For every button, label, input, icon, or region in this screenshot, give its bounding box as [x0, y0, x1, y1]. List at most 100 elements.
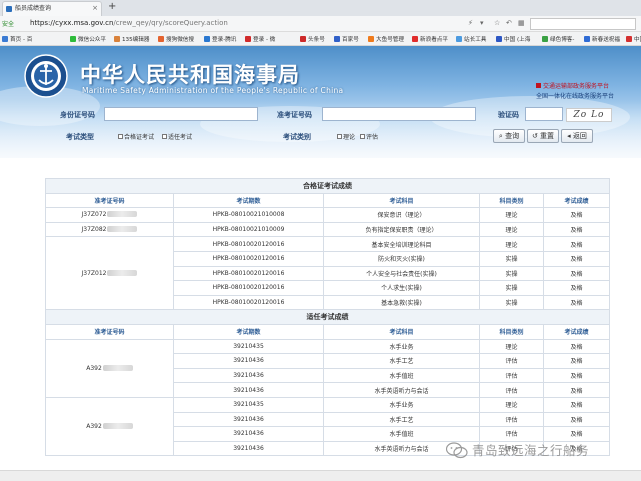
address-bar: 安全 https://cyxx.msa.gov.cn/crew_qey/qry/… [0, 16, 641, 32]
checkbox-icon [118, 134, 123, 139]
period-cell: HPKB-08010021010008 [173, 207, 324, 223]
redacted-mark [107, 211, 138, 218]
table-header-row: 准考证号码 考试期数 考试科目 科目类别 考试成绩 [45, 192, 611, 209]
new-tab-button[interactable]: + [108, 1, 116, 12]
bookmark-item[interactable]: 搜狗微信搜 [158, 35, 194, 43]
period-cell: 39210436 [173, 382, 324, 398]
ticket-cell: J37Z012 [45, 236, 174, 311]
period-cell: HPKB-08010020120016 [173, 250, 324, 267]
browser-tab[interactable]: 船员成绩查询 × [2, 1, 102, 16]
bookmark-item[interactable]: 登录 - 微 [245, 35, 275, 43]
bookmark-icon [2, 36, 8, 42]
subject-cell: 基本急救(实操) [323, 294, 480, 311]
bookmark-item[interactable]: 微信公众平 [70, 35, 106, 43]
search-icon: ⌕ [498, 132, 503, 140]
period-cell: HPKB-08010020120016 [173, 236, 324, 252]
subject-cell: 水手业务 [323, 338, 480, 355]
category-cell: 实操 [479, 280, 544, 296]
subject-cell: 个人安全与社会责任(实操) [323, 265, 480, 282]
bookmark-item[interactable]: 新春送祝福 [584, 35, 620, 43]
watermark: 青岛致远海之行船务 [446, 440, 589, 459]
secure-label: 安全 [2, 21, 15, 28]
result-cell: 及格 [542, 396, 611, 413]
bookmark-item[interactable]: 135编辑器 [114, 35, 149, 43]
chevron-down-icon[interactable]: ▾ [480, 19, 484, 27]
bookmark-item[interactable]: 登录-腾讯 [204, 35, 236, 43]
exam-type-checkbox-competency[interactable]: 适任考试 [162, 132, 192, 141]
checkbox-icon [337, 134, 342, 139]
certificate-results-table: 合格证考试成绩 准考证号码 考试期数 考试科目 科目类别 考试成绩 J37Z07… [44, 178, 611, 457]
subject-cell: 水手值班 [323, 367, 480, 384]
portal-link-transport[interactable]: 交通运输部政务服务平台 [536, 81, 609, 90]
bookmark-item[interactable]: 新浪看点平 [412, 35, 448, 43]
category-cell: 理论 [479, 396, 544, 413]
ticket-number-input[interactable] [322, 107, 476, 121]
id-number-input[interactable] [104, 107, 258, 121]
category-cell: 理论 [479, 236, 544, 252]
bookmark-icon [412, 36, 418, 42]
result-cell: 及格 [542, 338, 611, 355]
column-header: 考试期数 [173, 192, 324, 209]
bookmark-icon [584, 36, 590, 42]
category-cell: 评估 [479, 411, 544, 428]
redacted-mark [107, 226, 138, 233]
star-icon[interactable]: ☆ [494, 19, 500, 27]
bookmark-item[interactable]: 中国 (上海 [496, 35, 530, 43]
period-cell: 39210436 [173, 440, 324, 457]
url-path: /crew_qey/qry/scoreQuery.action [113, 19, 228, 27]
captcha-input[interactable] [525, 107, 563, 121]
result-cell: 及格 [542, 367, 611, 384]
bookmark-item[interactable]: 绿色博客- [542, 35, 574, 43]
wechat-icon [446, 442, 468, 459]
checkbox-icon [360, 134, 365, 139]
site-title: 中华人民共和国海事局 [80, 62, 300, 87]
subject-cell: 基本安全培训理论科目 [323, 236, 480, 252]
exam-category-checkbox-assessment[interactable]: 评估 [360, 132, 378, 141]
bookmark-item[interactable]: 首页 - 百 [2, 35, 32, 43]
bookmark-item[interactable]: 站长工具 [456, 35, 486, 43]
back-icon[interactable]: ↶ [506, 19, 512, 27]
period-cell: 39210436 [173, 367, 324, 384]
column-header: 考试成绩 [542, 192, 611, 209]
table-row: J37Z012 HPKB-08010020120016 基本安全培训理论科目 理… [45, 236, 611, 311]
horizontal-scrollbar[interactable] [0, 470, 641, 481]
exam-type-label: 考试类型 [66, 133, 94, 141]
subject-cell: 水手工艺 [323, 353, 480, 369]
subject-cell: 水手业务 [323, 396, 480, 413]
bookmark-icon [368, 36, 374, 42]
back-button[interactable]: ◂ 返回 [561, 129, 593, 143]
lightning-icon[interactable]: ⚡ [468, 19, 473, 27]
url-host: https://cyxx.msa.gov.cn [30, 19, 114, 27]
column-header: 考试成绩 [542, 323, 611, 340]
redacted-mark [107, 269, 138, 276]
tab-close-icon[interactable]: × [92, 2, 98, 15]
result-cell: 及格 [542, 221, 611, 238]
bookmark-item[interactable]: 大鱼号管理 [368, 35, 404, 43]
bookmark-icon [542, 36, 548, 42]
msa-emblem-icon [24, 54, 68, 98]
bookmark-item[interactable]: 头条号 [300, 35, 325, 43]
redacted-mark [102, 423, 133, 430]
category-cell: 理论 [479, 207, 544, 223]
bookmark-icon [245, 36, 251, 42]
captcha-image[interactable]: Zo Lo [566, 108, 612, 122]
bookmark-item[interactable]: 百家号 [334, 35, 359, 43]
portal-link-national[interactable]: 全国一体化在线政务服务平台 [536, 91, 614, 100]
grid-icon[interactable]: ▦ [518, 19, 525, 27]
category-cell: 实操 [479, 294, 544, 311]
query-button[interactable]: ⌕ 查询 [493, 129, 525, 143]
result-cell: 及格 [542, 382, 611, 398]
bookmark-icon [300, 36, 306, 42]
checkbox-icon [162, 134, 167, 139]
bookmark-icon [114, 36, 120, 42]
result-cell: 及格 [542, 426, 611, 442]
exam-type-checkbox-certificate[interactable]: 合格证考试 [118, 132, 154, 141]
exam-category-label: 考试类别 [283, 133, 311, 141]
period-cell: 39210436 [173, 353, 324, 369]
url-field[interactable]: https://cyxx.msa.gov.cn/crew_qey/qry/sco… [30, 19, 228, 27]
exam-category-checkbox-theory[interactable]: 理论 [337, 132, 355, 141]
site-subtitle: Maritime Safety Administration of the Pe… [82, 86, 344, 95]
reset-button[interactable]: ↺ 重置 [527, 129, 559, 143]
browser-search-input[interactable] [530, 18, 636, 30]
bookmark-item[interactable]: 中国 [626, 35, 641, 43]
